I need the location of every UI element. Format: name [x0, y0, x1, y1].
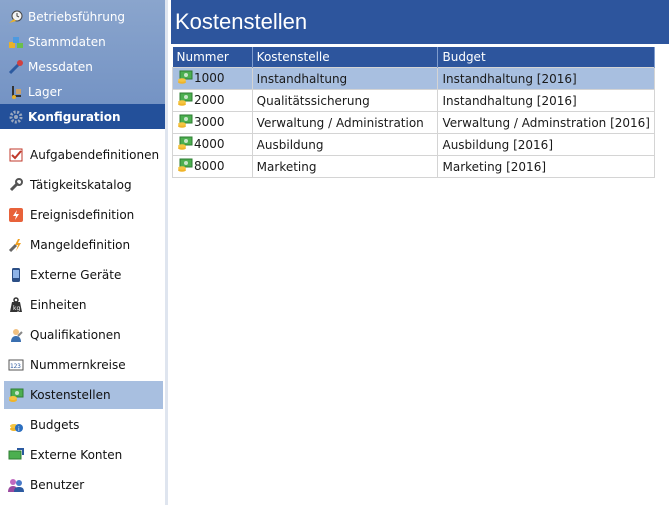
column-header-kostenstelle[interactable]: Kostenstelle [252, 47, 439, 68]
budget-icon: i [8, 417, 24, 433]
cell-nummer[interactable]: 8000 [172, 155, 253, 178]
module-list: Betriebsführung Stammdaten Messdaten Lag… [0, 0, 165, 129]
qualification-icon [8, 327, 24, 343]
cell-kostenstelle[interactable]: Instandhaltung [251, 67, 439, 90]
module-lager[interactable]: Lager [0, 79, 165, 104]
sidebar-item-kostenstellen[interactable]: Kostenstellen [4, 381, 163, 409]
cell-kostenstelle[interactable]: Verwaltung / Administration [251, 111, 439, 134]
measurement-icon [8, 59, 24, 75]
page-title: Kostenstellen [175, 9, 308, 34]
sidebar-item-benutzer[interactable]: Benutzer [4, 471, 163, 499]
svg-text:kg: kg [13, 305, 20, 312]
device-icon [8, 267, 24, 283]
cell-kostenstelle[interactable]: Marketing [251, 155, 439, 178]
cell-budget[interactable]: Instandhaltung [2016] [437, 67, 655, 90]
cost-center-icon [177, 92, 193, 109]
table-row[interactable]: 8000 Marketing Marketing [2016] [172, 155, 655, 178]
module-betriebsfuehrung[interactable]: Betriebsführung [0, 4, 165, 29]
table-row[interactable]: 2000 Qualitätssicherung Instandhaltung [… [172, 89, 655, 112]
cell-budget[interactable]: Ausbildung [2016] [437, 133, 655, 156]
column-header-budget[interactable]: Budget [437, 47, 655, 68]
cell-budget[interactable]: Verwaltung / Adminstration [2016] [437, 111, 655, 134]
sidebar-item-aufgabendefinitionen[interactable]: Aufgabendefinitionen [4, 141, 163, 169]
event-icon [8, 207, 24, 223]
sidebar-item-externe-geraete[interactable]: Externe Geräte [4, 261, 163, 289]
cell-budget[interactable]: Marketing [2016] [437, 155, 655, 178]
task-definition-icon [8, 147, 24, 163]
svg-text:123: 123 [10, 363, 21, 370]
master-data-icon [8, 34, 24, 50]
external-account-icon [8, 447, 24, 463]
cell-kostenstelle[interactable]: Qualitätssicherung [251, 89, 439, 112]
wrench-icon [8, 177, 24, 193]
defect-icon [8, 237, 24, 253]
column-header-nummer[interactable]: Nummer [172, 47, 253, 68]
cell-nummer[interactable]: 4000 [172, 133, 253, 156]
users-icon [8, 477, 24, 493]
sidebar-item-nummernkreise[interactable]: 123 Nummernkreise [4, 351, 163, 379]
sidebar-item-budgets[interactable]: i Budgets [4, 411, 163, 439]
sidebar-item-ereignisdefinition[interactable]: Ereignisdefinition [4, 201, 163, 229]
configuration-icon [8, 109, 24, 125]
cell-nummer[interactable]: 2000 [172, 89, 253, 112]
sidebar-item-qualifikationen[interactable]: Qualifikationen [4, 321, 163, 349]
cell-budget[interactable]: Instandhaltung [2016] [437, 89, 655, 112]
module-stammdaten[interactable]: Stammdaten [0, 29, 165, 54]
cost-center-icon [177, 114, 193, 131]
sidebar-item-taetigkeitskatalog[interactable]: Tätigkeitskatalog [4, 171, 163, 199]
sidebar-item-einheiten[interactable]: kg Einheiten [4, 291, 163, 319]
table-row[interactable]: 1000 Instandhaltung Instandhaltung [2016… [172, 67, 655, 90]
table-header-row: Nummer Kostenstelle Budget [172, 47, 655, 68]
table-row[interactable]: 4000 Ausbildung Ausbildung [2016] [172, 133, 655, 156]
sidebar-item-mangeldefinition[interactable]: Mangeldefinition [4, 231, 163, 259]
warehouse-icon [8, 84, 24, 100]
module-messdaten[interactable]: Messdaten [0, 54, 165, 79]
sidebar-item-externe-konten[interactable]: Externe Konten [4, 441, 163, 469]
number-range-icon: 123 [8, 357, 24, 373]
weight-icon: kg [8, 297, 24, 313]
cell-nummer[interactable]: 1000 [172, 67, 253, 90]
pane-divider[interactable] [165, 0, 168, 505]
operations-icon [8, 9, 24, 25]
cell-nummer[interactable]: 3000 [172, 111, 253, 134]
module-konfiguration[interactable]: Konfiguration [0, 104, 165, 129]
cost-center-icon [177, 136, 193, 153]
cell-kostenstelle[interactable]: Ausbildung [251, 133, 439, 156]
page-header: Kostenstellen [171, 0, 669, 44]
navigation-pane: Betriebsführung Stammdaten Messdaten Lag… [0, 0, 168, 505]
table-row[interactable]: 3000 Verwaltung / Administration Verwalt… [172, 111, 655, 134]
cost-center-table: Nummer Kostenstelle Budget 1000 Instandh… [172, 47, 655, 178]
cost-center-icon [177, 70, 193, 87]
cost-center-icon [8, 387, 24, 403]
cost-center-icon [177, 158, 193, 175]
